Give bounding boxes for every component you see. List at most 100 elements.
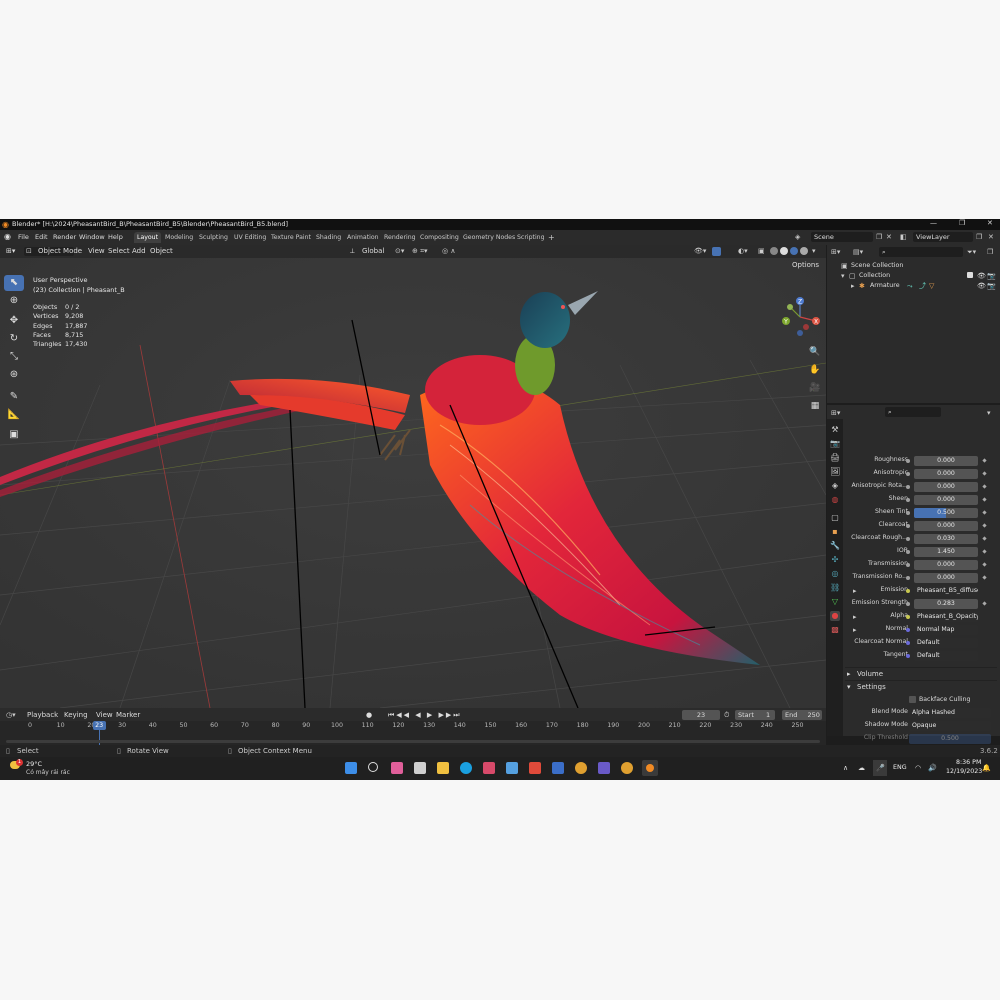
- clip-threshold-field[interactable]: 0.500: [909, 734, 991, 744]
- tab-shading[interactable]: Shading: [313, 232, 344, 243]
- tangent-field[interactable]: Default: [914, 651, 978, 661]
- add-cube-tool-icon[interactable]: ▣: [4, 427, 24, 443]
- timeline-menu-playback[interactable]: Playback: [27, 710, 58, 720]
- shadow-mode-dropdown[interactable]: Opaque: [909, 721, 991, 731]
- widgets-icon[interactable]: [391, 762, 403, 774]
- timeline-ruler[interactable]: 0 10 20 30 40 50 60 70 80 90 100 110 120 130 140 150 160…: [0, 721, 826, 745]
- clearcoat-roughness-field[interactable]: 0.030: [914, 534, 978, 544]
- properties-search-input[interactable]: ⌕: [885, 407, 941, 417]
- end-frame-field[interactable]: End 250: [782, 710, 822, 720]
- clock-date[interactable]: 12/19/2023: [946, 767, 982, 777]
- file-explorer-icon[interactable]: [437, 762, 449, 774]
- blend-mode-dropdown[interactable]: Alpha Hashed: [909, 708, 991, 718]
- select-box-tool-icon[interactable]: ⬉: [4, 275, 24, 291]
- volume-section[interactable]: ▸ Volume: [845, 667, 997, 680]
- sheen-tint-field[interactable]: 0.500: [914, 508, 978, 518]
- outliner-scene-collection[interactable]: Scene Collection: [851, 261, 903, 271]
- close-icon[interactable]: ✕: [987, 219, 993, 227]
- modifier-tab-icon[interactable]: 🔧: [830, 541, 840, 551]
- output-tab-icon[interactable]: 🖨: [830, 453, 840, 463]
- blender-menu-icon[interactable]: ◉: [4, 232, 11, 241]
- chrome-icon[interactable]: [575, 762, 587, 774]
- timeline-menu-marker[interactable]: Marker: [116, 710, 140, 720]
- outliner-search-input[interactable]: ⌕: [879, 247, 963, 257]
- move-tool-icon[interactable]: ✥: [4, 313, 24, 329]
- socket-dot[interactable]: [906, 563, 910, 567]
- pivot-icon[interactable]: ⊙▾: [395, 246, 404, 256]
- chrome-profile-icon[interactable]: [621, 762, 633, 774]
- tab-uv-editing[interactable]: UV Editing: [231, 232, 269, 243]
- menu-help[interactable]: Help: [108, 233, 123, 241]
- scale-tool-icon[interactable]: ⤡: [4, 349, 24, 365]
- camera-view-icon[interactable]: 🎥: [808, 381, 822, 395]
- clock-icon[interactable]: ⏱: [724, 710, 729, 720]
- overlays-icon[interactable]: ◐▾: [738, 246, 748, 256]
- anisotropic-rotation-field[interactable]: 0.000: [914, 482, 978, 492]
- options-dropdown[interactable]: Options: [792, 260, 819, 270]
- visibility-icon[interactable]: 👁▾: [694, 246, 706, 256]
- rendered-shading-icon[interactable]: [800, 247, 808, 255]
- new-view-layer-icon[interactable]: ❐: [976, 233, 982, 241]
- viewport-menu-select[interactable]: Select: [108, 246, 130, 256]
- expand-arrow-icon[interactable]: ▸: [853, 586, 857, 596]
- edge-browser-icon[interactable]: [460, 762, 472, 774]
- outliner-collection[interactable]: Collection: [859, 271, 890, 281]
- tab-geometry-nodes[interactable]: Geometry Nodes: [460, 232, 518, 243]
- settings-section[interactable]: ▾ Settings: [845, 680, 997, 693]
- outliner-armature[interactable]: Armature: [870, 281, 900, 291]
- tab-sculpting[interactable]: Sculpting: [196, 232, 231, 243]
- transmission-field[interactable]: 0.000: [914, 560, 978, 570]
- data-tab-icon[interactable]: ▽: [830, 597, 840, 607]
- ior-field[interactable]: 1.450: [914, 547, 978, 557]
- tab-modeling[interactable]: Modeling: [162, 232, 196, 243]
- socket-dot[interactable]: [906, 602, 910, 606]
- add-workspace-icon[interactable]: +: [545, 232, 558, 243]
- expand-arrow-icon[interactable]: ▾: [841, 271, 845, 281]
- minimize-icon[interactable]: —: [930, 219, 937, 227]
- keyframe-icon[interactable]: [982, 484, 987, 489]
- socket-dot[interactable]: [906, 628, 910, 632]
- anisotropic-field[interactable]: 0.000: [914, 469, 978, 479]
- expand-arrow-icon[interactable]: ▸: [853, 612, 857, 622]
- scene-tab-icon[interactable]: ◈: [830, 481, 840, 491]
- particles-tab-icon[interactable]: ✣: [830, 555, 840, 565]
- transform-orientation-dropdown[interactable]: Global: [362, 246, 384, 256]
- outliner-display-mode-icon[interactable]: ▤▾: [853, 247, 863, 257]
- rotate-tool-icon[interactable]: ↻: [4, 331, 24, 347]
- current-frame-field[interactable]: 23: [682, 710, 720, 720]
- backface-culling-checkbox[interactable]: [909, 696, 916, 703]
- object-mode-dropdown[interactable]: Object Mode: [38, 246, 82, 256]
- socket-dot[interactable]: [906, 615, 910, 619]
- socket-dot[interactable]: [906, 472, 910, 476]
- gizmo-neg-y[interactable]: [787, 304, 793, 310]
- office-icon[interactable]: [529, 762, 541, 774]
- delete-scene-icon[interactable]: ✕: [886, 233, 892, 241]
- emission-strength-field[interactable]: 0.283: [914, 599, 978, 609]
- tab-scripting[interactable]: Scripting: [514, 232, 548, 243]
- zoom-view-icon[interactable]: 🔍: [808, 345, 822, 359]
- viewport-menu-view[interactable]: View: [88, 246, 105, 256]
- delete-view-layer-icon[interactable]: ✕: [988, 233, 994, 241]
- timeline-scrollbar[interactable]: [6, 740, 820, 743]
- windows-start-icon[interactable]: [345, 762, 357, 774]
- menu-window[interactable]: Window: [79, 233, 105, 241]
- emission-field[interactable]: Pheasant_B5_diffuseOr...: [914, 586, 978, 596]
- editor-type-icon[interactable]: ⊞▾: [6, 246, 15, 256]
- viewport-menu-object[interactable]: Object: [150, 246, 173, 256]
- playback-controls[interactable]: ⏮◀◀ ◀ ▶ ▶▶⏭: [388, 710, 462, 720]
- socket-dot[interactable]: [906, 654, 910, 658]
- physics-tab-icon[interactable]: ◎: [830, 569, 840, 579]
- playhead[interactable]: 23: [92, 721, 106, 730]
- sheen-field[interactable]: 0.000: [914, 495, 978, 505]
- roughness-field[interactable]: 0.000: [914, 456, 978, 466]
- new-scene-icon[interactable]: ❐: [876, 233, 882, 241]
- tab-layout[interactable]: Layout: [134, 232, 162, 243]
- annotate-tool-icon[interactable]: ✎: [4, 389, 24, 405]
- keyframe-icon[interactable]: [982, 497, 987, 502]
- view-layer-icon[interactable]: ◧: [900, 233, 907, 241]
- constraints-tab-icon[interactable]: ⛓: [830, 583, 840, 593]
- clearcoat-field[interactable]: 0.000: [914, 521, 978, 531]
- socket-dot[interactable]: [906, 550, 910, 554]
- keyframe-icon[interactable]: [982, 601, 987, 606]
- microsoft-store-icon[interactable]: [506, 762, 518, 774]
